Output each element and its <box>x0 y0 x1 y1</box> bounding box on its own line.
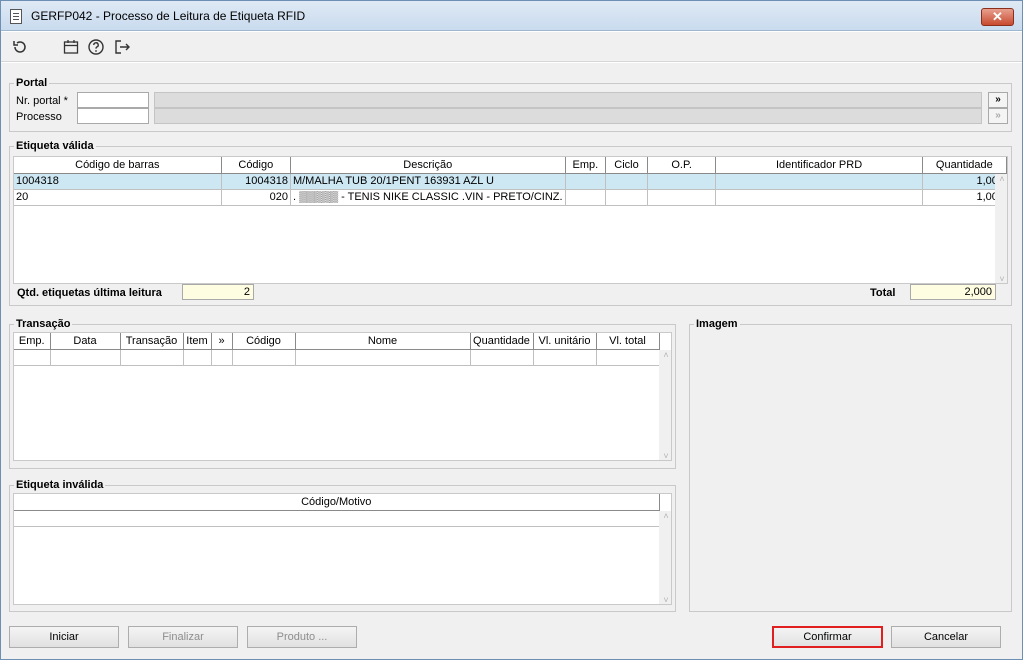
column-header[interactable]: Vl. unitário <box>533 333 597 350</box>
column-header[interactable]: Ciclo <box>605 157 648 174</box>
toolbar <box>1 32 1022 62</box>
table-header-row: Código de barras Código Descrição Emp. C… <box>14 157 1007 174</box>
scroll-up-icon[interactable]: ˄ <box>995 174 1007 184</box>
transacao-grid-scrollbar[interactable]: ˄ ˅ <box>659 350 671 460</box>
total-field <box>910 284 996 300</box>
column-header[interactable]: Código/Motivo <box>14 494 660 511</box>
column-header[interactable]: Código <box>232 333 296 350</box>
nr-portal-input[interactable] <box>77 92 149 108</box>
column-header[interactable]: Emp. <box>565 157 607 174</box>
processo-description-field <box>154 108 982 124</box>
cell-ciclo <box>605 189 648 206</box>
column-header[interactable]: Vl. total <box>596 333 660 350</box>
column-header[interactable]: » <box>211 333 233 350</box>
imagem-group: Imagem <box>689 318 1012 612</box>
valid-grid-scrollbar[interactable]: ˄ ˅ <box>995 174 1007 283</box>
content-area: Portal Nr. portal * » Processo » Etiquet… <box>1 63 1022 659</box>
qtd-ultima-leitura-field <box>182 284 254 300</box>
cell-barcode: 1004318 <box>14 173 222 190</box>
calendar-icon[interactable] <box>62 38 80 56</box>
scroll-up-icon[interactable]: ˄ <box>659 511 671 521</box>
close-button[interactable]: ✕ <box>981 8 1014 26</box>
column-header[interactable]: Item <box>183 333 212 350</box>
transacao-legend: Transação <box>16 318 71 330</box>
cell-op <box>647 189 717 206</box>
cell-codigo: 1004318 <box>221 173 291 190</box>
portal-description-field <box>154 92 982 108</box>
table-header-row: Emp. Data Transação Item » Código Nome Q… <box>14 333 660 350</box>
iniciar-button[interactable]: Iniciar <box>9 626 119 648</box>
nr-portal-label: Nr. portal * <box>16 95 68 107</box>
main-window: GERFP042 - Processo de Leitura de Etique… <box>0 0 1023 660</box>
transacao-table: Emp. Data Transação Item » Código Nome Q… <box>14 333 660 366</box>
scroll-up-icon[interactable]: ˄ <box>659 350 671 360</box>
processo-input[interactable] <box>77 108 149 124</box>
portal-lookup-button[interactable]: » <box>988 92 1008 108</box>
imagem-legend: Imagem <box>696 318 738 330</box>
title-bar: GERFP042 - Processo de Leitura de Etique… <box>1 1 1022 31</box>
cell-emp <box>565 173 607 190</box>
portal-legend: Portal <box>16 77 48 89</box>
valid-tags-table: Código de barras Código Descrição Emp. C… <box>14 157 1007 206</box>
cell-descricao: . ▒▒▒▒▒ - TENIS NIKE CLASSIC .VIN - PRET… <box>290 189 566 206</box>
exit-icon[interactable] <box>113 38 131 56</box>
processo-lookup-button: » <box>988 108 1008 124</box>
table-row[interactable] <box>14 349 660 366</box>
invalid-grid-scrollbar[interactable]: ˄ ˅ <box>659 511 671 604</box>
produto-button: Produto ... <box>247 626 357 648</box>
finalizar-button: Finalizar <box>128 626 238 648</box>
table-header-row: Código/Motivo <box>14 494 660 511</box>
transacao-grid: Emp. Data Transação Item » Código Nome Q… <box>13 332 672 461</box>
cell-op <box>647 173 717 190</box>
confirmar-button[interactable]: Confirmar <box>772 626 883 648</box>
cell-quantidade: 1,000 <box>922 189 1007 206</box>
column-header[interactable]: Emp. <box>14 333 51 350</box>
table-row[interactable]: 1004318 1004318 M/MALHA TUB 20/1PENT 163… <box>14 173 1007 190</box>
scroll-down-icon[interactable]: ˅ <box>659 451 671 460</box>
document-icon <box>10 9 22 24</box>
cell-barcode: 20 <box>14 189 222 206</box>
column-header[interactable]: Descrição <box>290 157 566 174</box>
column-header[interactable]: Quantidade <box>922 157 1007 174</box>
table-row[interactable]: 20 020 . ▒▒▒▒▒ - TENIS NIKE CLASSIC .VIN… <box>14 189 1007 206</box>
table-row[interactable] <box>14 510 660 527</box>
cell-quantidade: 1,000 <box>922 173 1007 190</box>
column-header[interactable]: Transação <box>120 333 184 350</box>
column-header[interactable]: Nome <box>295 333 471 350</box>
column-header[interactable]: Código <box>221 157 291 174</box>
column-header[interactable]: Identificador PRD <box>715 157 923 174</box>
scroll-down-icon[interactable]: ˅ <box>659 595 671 604</box>
valid-tags-legend: Etiqueta válida <box>16 140 94 152</box>
column-header[interactable]: Quantidade <box>470 333 534 350</box>
processo-label: Processo <box>16 111 62 123</box>
total-label: Total <box>870 287 896 299</box>
valid-tags-grid: Código de barras Código Descrição Emp. C… <box>13 156 1008 284</box>
cell-identificador <box>715 173 923 190</box>
cell-codigo: 020 <box>221 189 291 206</box>
cell-ciclo <box>605 173 648 190</box>
column-header[interactable]: O.P. <box>647 157 717 174</box>
column-header[interactable]: Data <box>50 333 121 350</box>
window-title: GERFP042 - Processo de Leitura de Etique… <box>31 9 306 23</box>
help-icon[interactable] <box>87 38 105 56</box>
invalid-tags-legend: Etiqueta inválida <box>16 479 104 491</box>
refresh-icon[interactable] <box>11 38 29 56</box>
scroll-down-icon[interactable]: ˅ <box>995 274 1007 283</box>
invalid-tags-grid: Código/Motivo ˄ ˅ <box>13 493 672 605</box>
cell-descricao: M/MALHA TUB 20/1PENT 163931 AZL U <box>290 173 566 190</box>
qtd-ultima-leitura-label: Qtd. etiquetas última leitura <box>17 287 162 299</box>
cell-emp <box>565 189 607 206</box>
cell-identificador <box>715 189 923 206</box>
invalid-tags-table: Código/Motivo <box>14 494 660 527</box>
cancelar-button[interactable]: Cancelar <box>891 626 1001 648</box>
column-header[interactable]: Código de barras <box>14 157 222 174</box>
